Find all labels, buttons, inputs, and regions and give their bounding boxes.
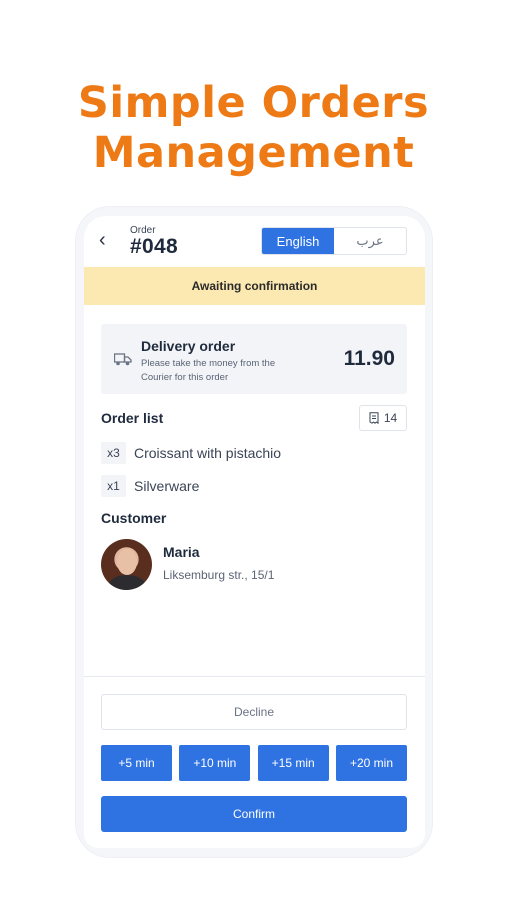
order-screen: ‹ Order #048 English عرب Awaiting confir…	[84, 216, 425, 848]
avatar	[101, 539, 152, 590]
chevron-left-icon[interactable]: ‹	[99, 230, 106, 250]
top-bar: ‹ Order #048 English عرب	[84, 216, 425, 266]
hero-title-line1: Simple Orders	[77, 78, 430, 128]
add-15-min-button[interactable]: +15 min	[257, 745, 329, 781]
add-5-min-button[interactable]: +5 min	[101, 745, 172, 781]
item-quantity: x1	[101, 475, 126, 497]
receipt-icon	[369, 412, 379, 424]
language-english-button[interactable]: English	[262, 228, 334, 254]
order-list-title: Order list	[101, 410, 164, 426]
order-total: 11.90	[343, 347, 395, 370]
customer-address: Liksemburg str., 15/1	[163, 568, 275, 582]
delivery-note: Please take the money from the Courier f…	[141, 358, 276, 383]
decline-button[interactable]: Decline	[101, 694, 407, 730]
status-banner: Awaiting confirmation	[84, 267, 425, 305]
add-10-min-button[interactable]: +10 min	[179, 745, 251, 781]
divider	[84, 676, 425, 677]
delivery-title: Delivery order	[141, 338, 236, 354]
language-switch: English عرب	[261, 227, 407, 255]
customer-name: Maria	[163, 544, 200, 560]
item-name: Silverware	[134, 478, 200, 494]
time-options: +5 min +10 min +15 min +20 min	[101, 745, 407, 781]
receipt-count-badge[interactable]: 14	[359, 405, 407, 431]
receipt-count: 14	[383, 411, 398, 425]
delivery-truck-icon	[114, 353, 132, 366]
order-number: #048	[130, 235, 178, 258]
hero-title: Simple Orders Management	[0, 78, 507, 178]
item-quantity: x3	[101, 442, 126, 464]
list-item: x3 Croissant with pistachio	[101, 442, 281, 464]
item-name: Croissant with pistachio	[134, 445, 282, 461]
hero-title-line2: Management	[92, 128, 415, 178]
language-arabic-button[interactable]: عرب	[334, 228, 406, 254]
customer-title: Customer	[101, 510, 167, 526]
delivery-card: Delivery order Please take the money fro…	[101, 324, 407, 394]
list-item: x1 Silverware	[101, 475, 199, 497]
confirm-button[interactable]: Confirm	[101, 796, 407, 832]
add-20-min-button[interactable]: +20 min	[335, 745, 407, 781]
